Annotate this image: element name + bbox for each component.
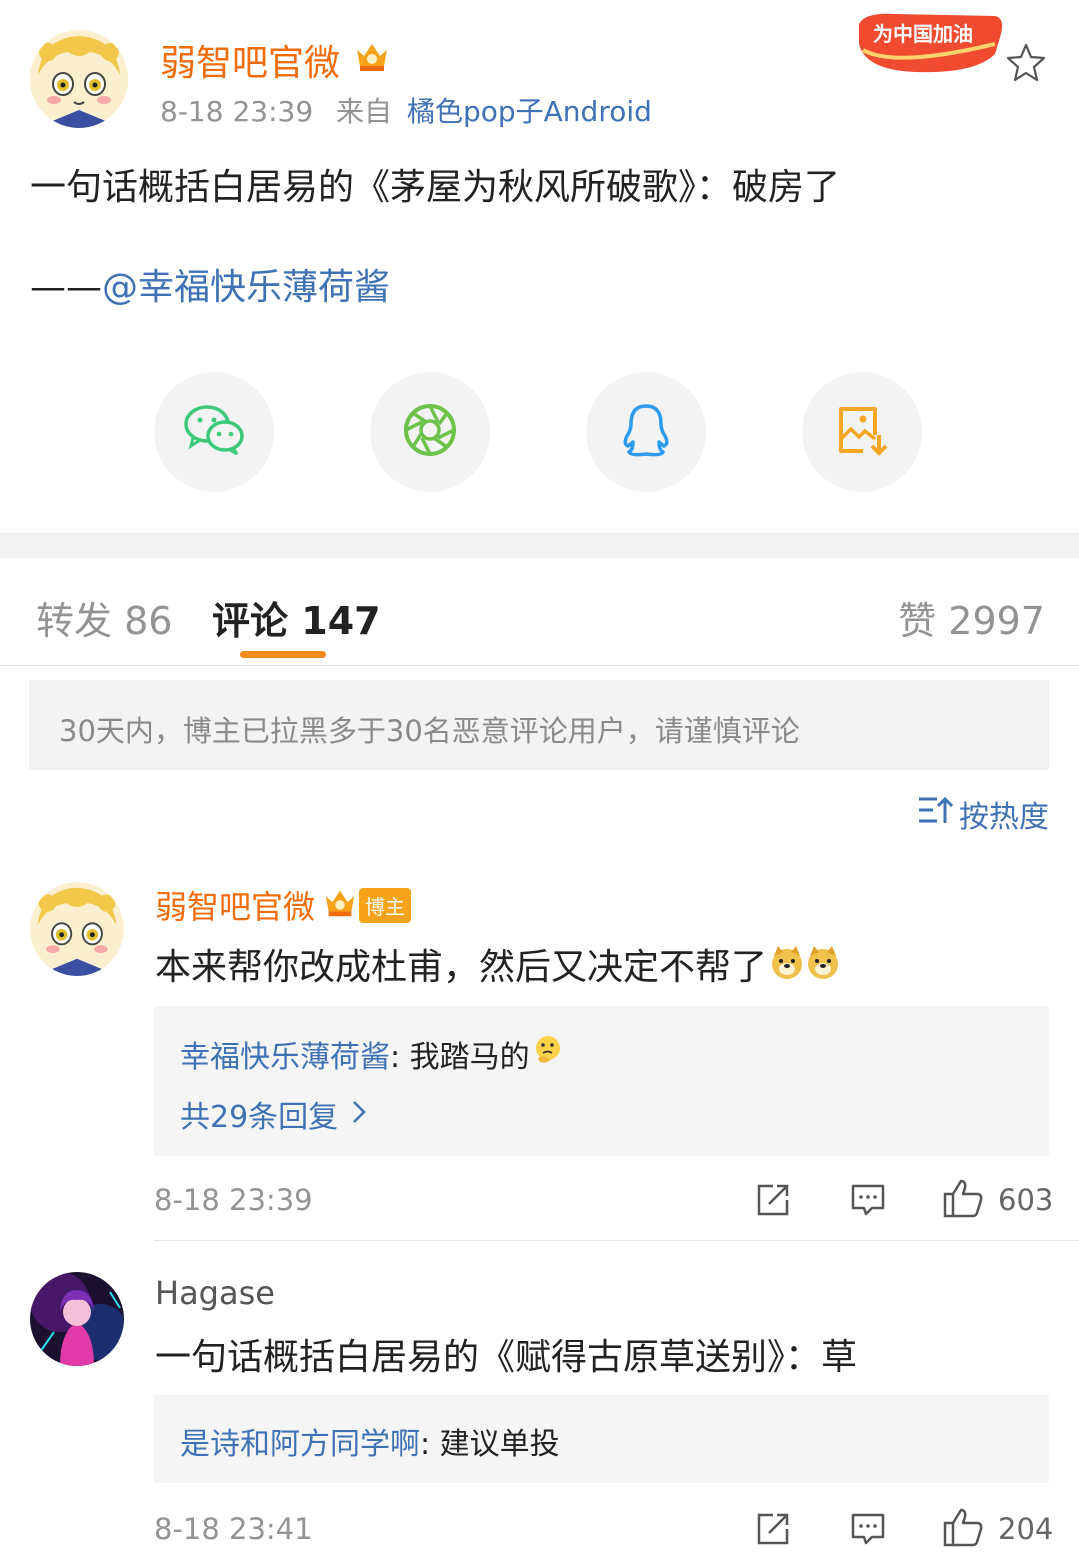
tab-repost[interactable]: 转发 86: [36, 590, 172, 645]
tab-bar-divider: [0, 665, 1079, 666]
post-source-prefix: 来自: [336, 95, 393, 128]
save-image-button[interactable]: [802, 372, 922, 492]
post-mention-link[interactable]: @幸福快乐薄荷酱: [102, 267, 390, 308]
doge-emoji-icon: [769, 944, 805, 984]
author-tag-badge: 博主: [359, 887, 412, 923]
reply-comment-button[interactable]: [850, 1182, 886, 1222]
vip-crown-icon: [323, 886, 357, 924]
post-author-name[interactable]: 弱智吧官微: [160, 34, 340, 86]
comment-icon: [851, 1513, 885, 1545]
doge-emoji-icon: [805, 944, 841, 984]
share-edit-icon: [757, 1513, 789, 1545]
tab-like-count: 2997: [948, 599, 1045, 643]
share-qq-button[interactable]: [586, 372, 706, 492]
comment-notice-text: 30天内，博主已拉黑多于30名恶意评论用户，请谨慎评论: [59, 714, 800, 748]
share-wechat-button[interactable]: [154, 372, 274, 492]
reply-comment-button[interactable]: [850, 1511, 886, 1551]
post-time: 8-18 23:39: [160, 95, 314, 128]
post-source-link[interactable]: 橘色pop子Android: [407, 95, 652, 128]
comment-text: 本来帮你改成杜甫，然后又决定不帮了: [155, 947, 768, 988]
comment-username[interactable]: 弱智吧官微: [155, 882, 315, 928]
tab-active-underline: [240, 651, 326, 658]
campaign-badge-text: 为中国加油: [873, 22, 973, 46]
section-divider: [0, 533, 1079, 558]
more-replies-link[interactable]: 共29条回复: [180, 1092, 366, 1136]
comment-notice-box: 30天内，博主已拉黑多于30名恶意评论用户，请谨慎评论: [29, 680, 1049, 770]
tab-comment[interactable]: 评论 147: [212, 590, 381, 645]
thumbs-up-icon: [942, 1507, 984, 1551]
reply-username[interactable]: 是诗和阿方同学啊: [180, 1427, 420, 1462]
comment-time: 8-18 23:39: [154, 1183, 313, 1217]
reply-text: : 建议单投: [420, 1427, 560, 1462]
share-moments-button[interactable]: [370, 372, 490, 492]
post-content-text: 一句话概括白居易的《茅屋为秋风所破歌》：破房了: [30, 167, 841, 208]
thumbs-up-icon: [942, 1178, 984, 1222]
like-count: 603: [998, 1183, 1054, 1217]
reply-preview-box[interactable]: 是诗和阿方同学啊: 建议单投: [154, 1395, 1049, 1483]
comment-avatar[interactable]: [30, 882, 124, 976]
tab-comment-label: 评论: [212, 599, 289, 643]
tab-like[interactable]: 赞 2997: [898, 590, 1045, 645]
like-comment-button[interactable]: 204: [942, 1507, 1053, 1551]
vip-crown-icon: [354, 40, 390, 78]
repost-comment-button[interactable]: [755, 1511, 791, 1551]
repost-comment-button[interactable]: [755, 1182, 791, 1222]
favorite-star-icon[interactable]: [1006, 42, 1046, 86]
save-image-icon: [835, 403, 889, 461]
comment-avatar[interactable]: [30, 1272, 124, 1366]
like-count: 204: [998, 1512, 1054, 1546]
tab-repost-label: 转发: [36, 599, 113, 643]
sort-label: 按热度: [959, 800, 1049, 835]
more-replies-label: 共29条回复: [180, 1100, 339, 1135]
reply-username[interactable]: 幸福快乐薄荷酱: [180, 1032, 390, 1076]
reply-text: : 我踏马的: [390, 1040, 530, 1075]
tab-repost-count: 86: [124, 599, 173, 643]
campaign-badge[interactable]: 为中国加油: [855, 4, 1005, 76]
comment-username[interactable]: Hagase: [155, 1274, 275, 1312]
moments-icon: [402, 402, 458, 462]
comment-text: 一句话概括白居易的《赋得古原草送别》：草: [155, 1337, 858, 1378]
post-author-avatar[interactable]: [30, 30, 128, 128]
comment-divider: [154, 1240, 1079, 1241]
post-content-dash: ——: [30, 267, 102, 308]
tab-like-label: 赞: [898, 599, 937, 643]
qq-icon: [621, 402, 671, 462]
tab-comment-count: 147: [301, 599, 381, 643]
comment-icon: [851, 1184, 885, 1216]
comment-time: 8-18 23:41: [154, 1512, 313, 1546]
sort-icon: [917, 793, 954, 835]
reply-preview-box[interactable]: 幸福快乐薄荷酱 : 我踏马的 共29条回复: [154, 1006, 1049, 1156]
share-edit-icon: [757, 1184, 789, 1216]
thinking-emoji-icon: [532, 1034, 564, 1074]
like-comment-button[interactable]: 603: [942, 1178, 1053, 1222]
wechat-icon: [183, 404, 245, 460]
sort-by-hot-button[interactable]: 按热度: [917, 792, 1049, 836]
chevron-right-icon: [352, 1097, 366, 1132]
